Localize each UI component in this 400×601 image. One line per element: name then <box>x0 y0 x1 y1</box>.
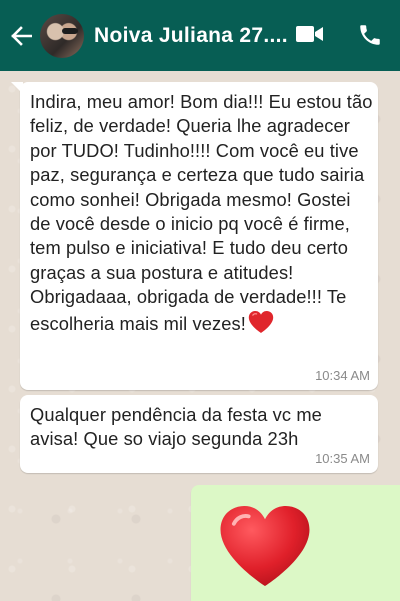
message-time: 10:35 AM <box>315 451 370 466</box>
back-arrow-icon[interactable] <box>0 0 36 71</box>
message-bubble-outgoing[interactable] <box>191 485 400 601</box>
message-bubble-incoming[interactable]: Qualquer pendência da festa vc me avisa!… <box>20 395 378 473</box>
chat-header: Noiva Juliana 27.... <box>0 0 400 71</box>
contact-name[interactable]: Noiva Juliana 27.... <box>94 24 289 48</box>
bubble-tail <box>11 82 23 94</box>
message-time: 10:34 AM <box>315 368 370 383</box>
message-text: Qualquer pendência da festa vc me avisa!… <box>30 404 322 450</box>
avatar[interactable] <box>40 13 84 58</box>
heart-emoji-icon <box>217 503 313 594</box>
phone-icon[interactable] <box>357 22 383 53</box>
message-bubble-incoming[interactable]: Indira, meu amor! Bom dia!!! Eu estou tã… <box>11 82 378 390</box>
video-camera-icon[interactable] <box>296 24 324 49</box>
heart-emoji-icon <box>248 310 274 340</box>
message-text: Indira, meu amor! Bom dia!!! Eu estou tã… <box>30 90 375 340</box>
